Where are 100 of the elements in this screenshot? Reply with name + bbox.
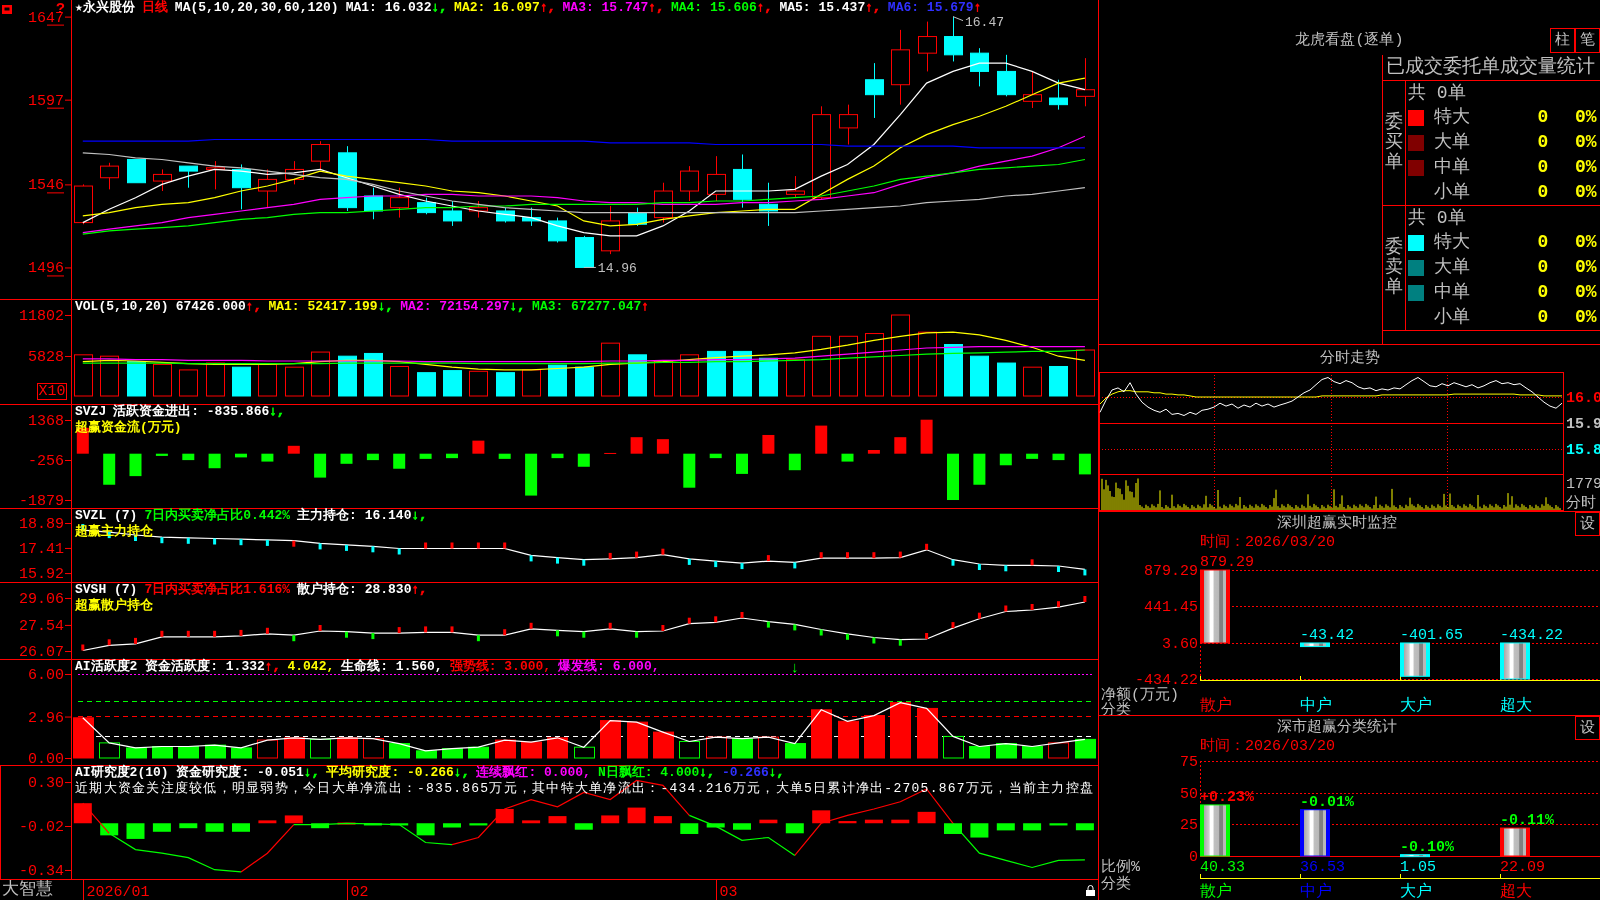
order-size-label: 大单 bbox=[1434, 131, 1471, 154]
trend-arrow: ↑, bbox=[865, 0, 881, 15]
candlestick bbox=[417, 197, 436, 215]
order-size-label: 小单 bbox=[1434, 181, 1471, 204]
indicator-text: MA2: 72154.297 bbox=[400, 299, 510, 314]
axis-label: 879.29 bbox=[1144, 563, 1198, 580]
timestamp: 时间：2026/03/20 bbox=[1200, 738, 1335, 755]
change-label: +0.23% bbox=[1200, 788, 1254, 806]
indicator-text: SVSH (7) bbox=[75, 582, 138, 597]
value-label: 879.29 bbox=[1200, 554, 1254, 571]
order-percent: 0% bbox=[1575, 181, 1598, 204]
value-label: 36.53 bbox=[1300, 859, 1345, 876]
axis-label: 50 bbox=[1180, 785, 1198, 803]
trend-arrow: ↓, bbox=[431, 0, 448, 15]
order-total: 共 0单 bbox=[1408, 83, 1466, 103]
value-label: 40.33 bbox=[1200, 859, 1245, 876]
indicator-text: MA3: 67277.047 bbox=[532, 299, 642, 314]
order-size-label: 大单 bbox=[1434, 256, 1471, 279]
timestamp: 时间：2026/03/20 bbox=[1200, 534, 1335, 551]
indicator-text: 爆发线: 6.000, bbox=[558, 659, 660, 674]
candlestick bbox=[153, 168, 172, 192]
order-percent: 0% bbox=[1575, 156, 1598, 179]
order-count: 0 bbox=[1536, 306, 1550, 329]
order-total: 共 0单 bbox=[1408, 208, 1466, 228]
category-label: 中户 bbox=[1300, 697, 1332, 715]
value-label: 22.09 bbox=[1500, 859, 1545, 876]
trend-arrow: ↓, bbox=[453, 765, 470, 780]
date-label: 2026/01 bbox=[86, 884, 150, 900]
order-size-label: 中单 bbox=[1434, 281, 1471, 304]
indicator-text: MA2: 16.097 bbox=[454, 0, 540, 15]
order-count: 0 bbox=[1536, 181, 1550, 204]
order-count: 0 bbox=[1536, 156, 1550, 179]
indicator-text: 生命线: 1.560, bbox=[341, 659, 443, 674]
date-label: 02 bbox=[350, 884, 369, 900]
candlestick bbox=[469, 200, 488, 219]
candlestick bbox=[522, 207, 541, 227]
indicator-text: MA6: 15.679 bbox=[887, 0, 974, 15]
view-toggle-button[interactable]: 柱 bbox=[1550, 28, 1575, 53]
axis-label: 15.92 bbox=[19, 566, 64, 582]
candlestick bbox=[443, 200, 462, 227]
indicator-text: 强势线: 3.000, bbox=[449, 659, 552, 674]
panel-title: 龙虎看盘(逐单) bbox=[1295, 30, 1404, 51]
indicator-text: 7日内买卖净占比1.616% bbox=[144, 582, 291, 597]
settings-button[interactable]: 设 bbox=[1575, 512, 1600, 536]
order-percent: 0% bbox=[1575, 231, 1598, 254]
candlestick bbox=[285, 160, 304, 185]
candlestick bbox=[548, 217, 567, 243]
indicator-text: MA1: 52417.199 bbox=[268, 299, 378, 314]
axis-label: 3.60 bbox=[1162, 635, 1198, 653]
candlestick bbox=[390, 187, 409, 219]
trend-arrow: ↓, bbox=[411, 508, 428, 523]
value-label: -434.22 bbox=[1500, 626, 1563, 644]
indicator-text: 活跃资金进出: -835.866 bbox=[113, 404, 270, 419]
value-label: 1.05 bbox=[1400, 859, 1436, 876]
change-label: -0.10% bbox=[1400, 838, 1454, 856]
candlestick bbox=[179, 165, 198, 189]
date-label: 03 bbox=[719, 884, 738, 900]
order-count: 0 bbox=[1536, 106, 1550, 129]
indicator-text: 日线 bbox=[141, 0, 168, 15]
axis-label: 26.07 bbox=[19, 644, 64, 659]
order-size-label: 特大 bbox=[1434, 106, 1471, 129]
category-label: 散户 bbox=[1200, 697, 1232, 715]
axis-label: 75 bbox=[1180, 754, 1198, 771]
candlestick bbox=[496, 207, 515, 224]
indicator-subtitle: 超赢散户持仓 bbox=[75, 598, 153, 613]
indicator-text: MA4: 15.606 bbox=[670, 0, 757, 15]
side-label: 委买单 bbox=[1385, 113, 1403, 173]
axis-label: 18.89 bbox=[19, 516, 64, 533]
signal-arrow: ↓ bbox=[790, 660, 800, 677]
category-label: 大户 bbox=[1400, 883, 1432, 900]
indicator-text: MA1: 16.032 bbox=[345, 0, 432, 15]
indicator-text: VOL(5,10,20) bbox=[75, 299, 169, 314]
order-count: 0 bbox=[1536, 131, 1550, 154]
trend-arrow: ↑, bbox=[648, 0, 664, 15]
order-percent: 0% bbox=[1575, 131, 1598, 154]
axis-label: 0.00 bbox=[28, 751, 64, 765]
trend-arrow: ↓, bbox=[509, 299, 526, 314]
order-percent: 0% bbox=[1575, 281, 1598, 304]
trend-arrow: ↑, bbox=[539, 0, 556, 15]
candlestick bbox=[232, 163, 251, 210]
candlestick bbox=[206, 160, 225, 190]
axis-label: 1496 bbox=[28, 260, 64, 278]
trend-arrow: ↑, bbox=[756, 0, 773, 15]
axis-label: 29.06 bbox=[19, 591, 64, 608]
trend-arrow: ↑ bbox=[973, 0, 982, 15]
candlestick bbox=[338, 145, 357, 212]
trend-arrow: ↑ bbox=[641, 299, 650, 314]
trend-arrow: ↓, bbox=[377, 299, 394, 314]
settings-button[interactable]: 设 bbox=[1575, 716, 1600, 740]
scale-factor-label: X10 bbox=[37, 383, 67, 400]
order-count: 0 bbox=[1536, 256, 1550, 279]
table-title: 已成交委托单成交量统计 bbox=[1385, 55, 1596, 80]
view-toggle-button[interactable]: 笔 bbox=[1575, 28, 1600, 53]
trend-arrow: ↑, bbox=[245, 299, 262, 314]
candlestick bbox=[575, 235, 594, 268]
candlestick bbox=[1076, 57, 1095, 107]
axis-label: 25 bbox=[1180, 817, 1198, 835]
candlestick bbox=[74, 183, 93, 225]
axis-label: 27.54 bbox=[19, 617, 64, 635]
trend-arrow: ↓, bbox=[303, 765, 320, 780]
